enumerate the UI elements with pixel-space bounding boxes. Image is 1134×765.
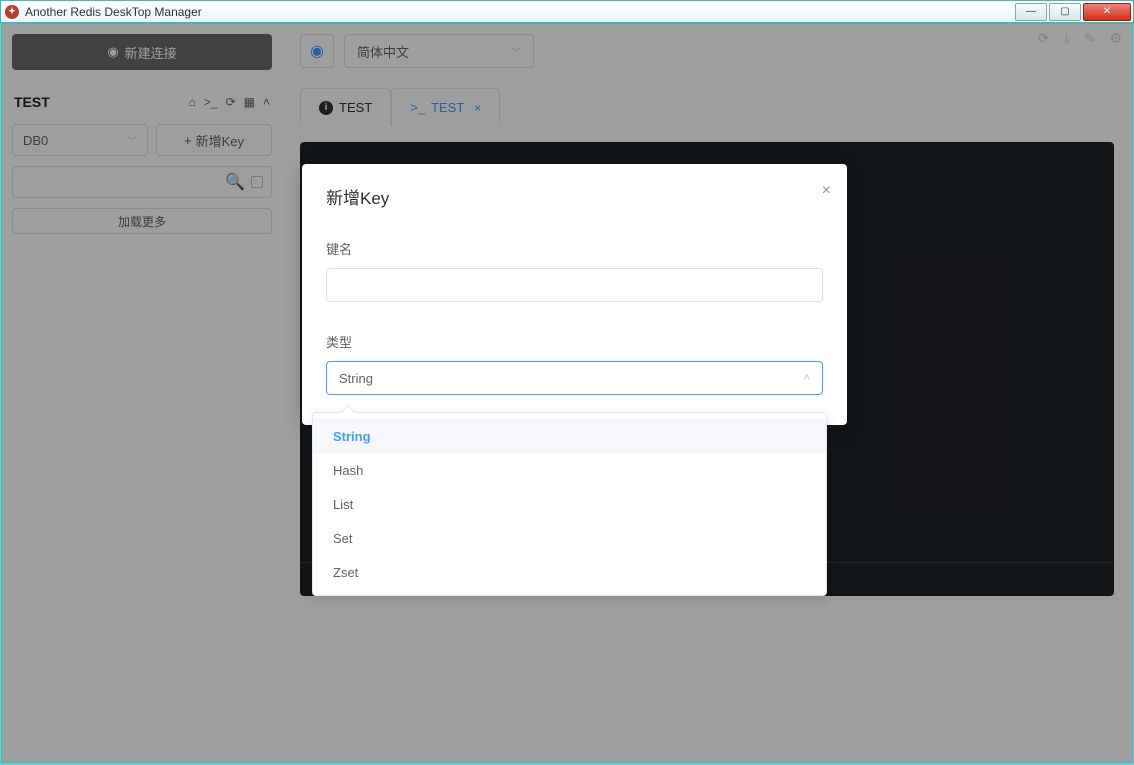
dialog-close-button[interactable]: × [822, 182, 831, 200]
key-type-dropdown: String Hash List Set Zset [312, 412, 827, 596]
dialog-title: 新增Key [326, 184, 823, 209]
window-titlebar: ✦ Another Redis DeskTop Manager — ▢ ✕ [0, 0, 1134, 23]
window-maximize-button[interactable]: ▢ [1049, 3, 1081, 21]
key-name-label: 键名 [326, 239, 823, 258]
chevron-up-icon: ˄ [804, 372, 810, 384]
key-name-input[interactable] [326, 268, 823, 302]
key-type-selected: String [339, 371, 373, 386]
dropdown-option-hash[interactable]: Hash [313, 453, 826, 487]
key-type-label: 类型 [326, 332, 823, 351]
app-icon: ✦ [5, 5, 19, 19]
add-key-dialog: 新增Key × 键名 类型 String ˄ [302, 164, 847, 425]
dropdown-option-string[interactable]: String [313, 419, 826, 453]
dropdown-option-set[interactable]: Set [313, 521, 826, 555]
window-title: Another Redis DeskTop Manager [25, 5, 202, 19]
dropdown-option-list[interactable]: List [313, 487, 826, 521]
app-frame: ⟳ ⤓ ✎ ⚙ ◉ 新建连接 TEST ⌂ >_ ⟳ ▦ ˄ [1, 23, 1133, 763]
key-type-select[interactable]: String ˄ [326, 361, 823, 395]
window-buttons: — ▢ ✕ [1015, 3, 1133, 21]
window-minimize-button[interactable]: — [1015, 3, 1047, 21]
dropdown-option-zset[interactable]: Zset [313, 555, 826, 589]
window-close-button[interactable]: ✕ [1083, 3, 1131, 21]
